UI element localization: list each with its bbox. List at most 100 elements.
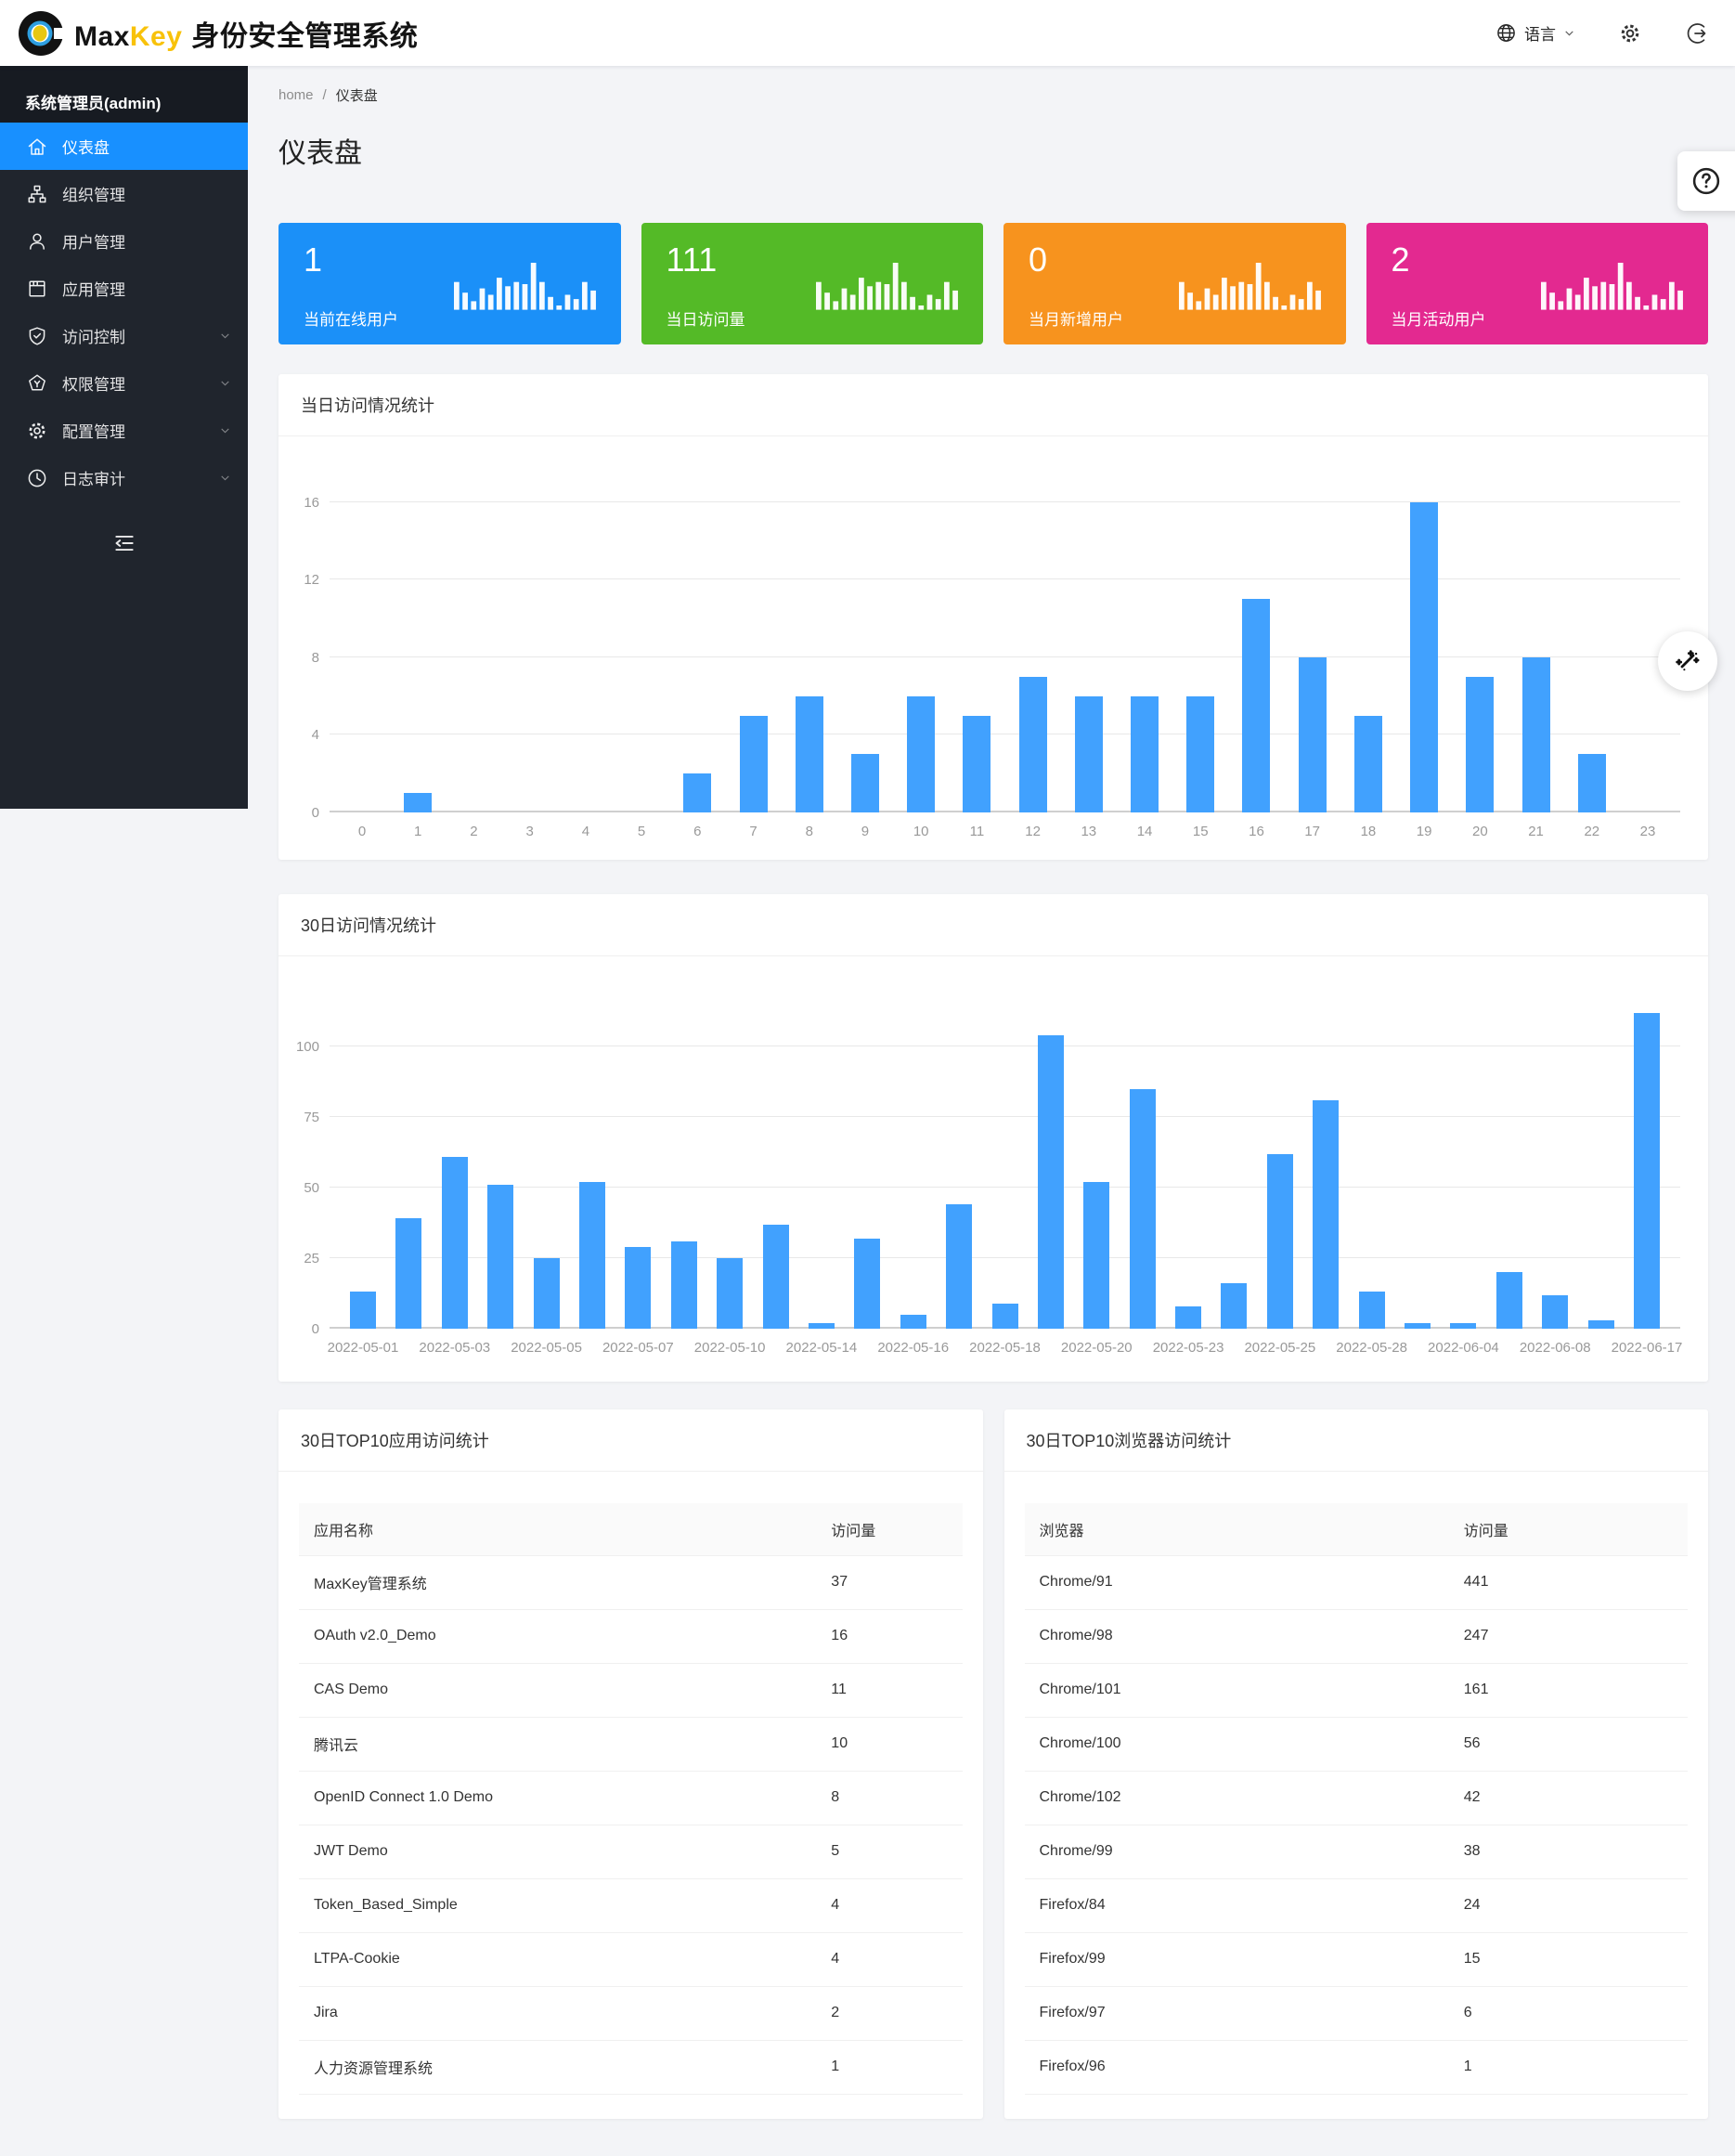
bar[interactable] xyxy=(1130,1089,1156,1329)
bar[interactable] xyxy=(671,1241,697,1329)
logout-button[interactable] xyxy=(1685,22,1707,45)
bar[interactable] xyxy=(1466,677,1494,812)
sidebar-item-perms[interactable]: 权限管理 xyxy=(0,359,248,407)
sidebar-item-dashboard[interactable]: 仪表盘 xyxy=(0,123,248,170)
bar[interactable] xyxy=(1542,1295,1568,1329)
table-cell: Chrome/98 xyxy=(1025,1609,1449,1663)
bar[interactable] xyxy=(1267,1154,1293,1329)
bar[interactable] xyxy=(1578,754,1606,812)
table-cell: 37 xyxy=(816,1555,962,1609)
bar[interactable] xyxy=(1450,1323,1476,1329)
brand[interactable]: MaxKey身份安全管理系统 xyxy=(17,9,418,58)
x-tick-label: 8 xyxy=(782,824,837,839)
home-icon xyxy=(26,136,48,158)
bar[interactable] xyxy=(963,716,991,813)
bar[interactable] xyxy=(717,1258,743,1329)
table-row: 腾讯云10 xyxy=(299,1717,963,1771)
breadcrumb-current: 仪表盘 xyxy=(336,85,378,105)
sidebar-menu: 仪表盘组织管理用户管理应用管理访问控制权限管理配置管理日志审计 xyxy=(0,123,248,501)
column-header: 应用名称 xyxy=(299,1503,816,1555)
app-header: MaxKey身份安全管理系统 语言 xyxy=(0,0,1735,66)
bar[interactable] xyxy=(404,793,432,812)
bar[interactable] xyxy=(809,1323,835,1329)
table-row: CAS Demo11 xyxy=(299,1663,963,1717)
table-cell: 247 xyxy=(1449,1609,1688,1663)
stat-card-1: 111当日访问量 xyxy=(641,223,984,344)
sidebar-item-users[interactable]: 用户管理 xyxy=(0,217,248,265)
table-cell: 5 xyxy=(816,1825,962,1878)
table-row: Firefox/8424 xyxy=(1025,1878,1689,1932)
bar[interactable] xyxy=(1131,696,1159,812)
sidebar-item-audit[interactable]: 日志审计 xyxy=(0,454,248,501)
stat-card-label: 当前在线用户 xyxy=(304,306,398,330)
breadcrumb-home[interactable]: home xyxy=(278,87,314,103)
sidebar-item-access[interactable]: 访问控制 xyxy=(0,312,248,359)
bar[interactable] xyxy=(1221,1283,1247,1329)
x-tick-label: 5 xyxy=(614,824,669,839)
bar[interactable] xyxy=(442,1157,468,1329)
magic-wand-button[interactable] xyxy=(1658,631,1717,691)
language-switcher[interactable]: 语言 xyxy=(1495,21,1575,45)
bar[interactable] xyxy=(487,1185,513,1329)
bar[interactable] xyxy=(763,1225,789,1329)
bar[interactable] xyxy=(350,1292,376,1329)
table-row: Chrome/9938 xyxy=(1025,1825,1689,1878)
bar[interactable] xyxy=(796,696,823,812)
table-cell: Chrome/99 xyxy=(1025,1825,1449,1878)
bar[interactable] xyxy=(1038,1035,1064,1329)
bar[interactable] xyxy=(683,773,711,812)
sidebar-item-label: 权限管理 xyxy=(62,371,125,395)
bar[interactable] xyxy=(1083,1182,1109,1329)
bar[interactable] xyxy=(1522,657,1550,812)
bar[interactable] xyxy=(1588,1320,1614,1329)
bar[interactable] xyxy=(1075,696,1103,812)
table-row: Token_Based_Simple4 xyxy=(299,1878,963,1932)
bar[interactable] xyxy=(1019,677,1047,812)
bar[interactable] xyxy=(579,1182,605,1329)
table-row: Chrome/98247 xyxy=(1025,1609,1689,1663)
bar[interactable] xyxy=(534,1258,560,1329)
y-tick-label: 25 xyxy=(278,1251,319,1266)
logout-icon xyxy=(1685,22,1707,45)
settings-button[interactable] xyxy=(1618,21,1642,45)
bar[interactable] xyxy=(946,1204,972,1329)
chevron-down-icon xyxy=(1563,27,1575,39)
table-cell: 人力资源管理系统 xyxy=(299,2040,816,2094)
bar[interactable] xyxy=(625,1247,651,1329)
sidebar-item-apps[interactable]: 应用管理 xyxy=(0,265,248,312)
table-cell: 24 xyxy=(1449,1878,1688,1932)
user-icon xyxy=(26,230,48,253)
bar[interactable] xyxy=(1313,1100,1339,1329)
bar[interactable] xyxy=(1186,696,1214,812)
bar[interactable] xyxy=(740,716,768,813)
sidebar-item-config[interactable]: 配置管理 xyxy=(0,407,248,454)
menu-collapse-button[interactable] xyxy=(0,519,248,566)
table-row: MaxKey管理系统37 xyxy=(299,1555,963,1609)
bar[interactable] xyxy=(907,696,935,812)
help-button[interactable] xyxy=(1677,151,1735,211)
panel-title: 30日TOP10应用访问统计 xyxy=(278,1409,983,1472)
bar[interactable] xyxy=(854,1239,880,1329)
bar[interactable] xyxy=(1354,716,1382,813)
x-tick-label: 14 xyxy=(1117,824,1172,839)
bar[interactable] xyxy=(1496,1272,1522,1329)
bar[interactable] xyxy=(992,1304,1018,1329)
table-cell: Chrome/91 xyxy=(1025,1555,1449,1609)
panel-top10-apps: 30日TOP10应用访问统计 应用名称访问量MaxKey管理系统37OAuth … xyxy=(278,1409,983,2119)
globe-icon xyxy=(1495,22,1517,44)
gear-icon xyxy=(1618,21,1642,45)
bar[interactable] xyxy=(900,1315,926,1329)
bar[interactable] xyxy=(1634,1013,1660,1329)
property-safety-icon xyxy=(26,372,48,395)
bar[interactable] xyxy=(851,754,879,812)
bar[interactable] xyxy=(395,1218,421,1329)
stat-card-label: 当月活动用户 xyxy=(1392,306,1486,330)
bar[interactable] xyxy=(1359,1292,1385,1329)
bar[interactable] xyxy=(1175,1306,1201,1329)
bar[interactable] xyxy=(1242,599,1270,812)
bar[interactable] xyxy=(1299,657,1327,812)
sidebar: 系统管理员(admin) 仪表盘组织管理用户管理应用管理访问控制权限管理配置管理… xyxy=(0,66,248,809)
bar[interactable] xyxy=(1410,502,1438,812)
bar[interactable] xyxy=(1405,1323,1431,1329)
sidebar-item-org[interactable]: 组织管理 xyxy=(0,170,248,217)
